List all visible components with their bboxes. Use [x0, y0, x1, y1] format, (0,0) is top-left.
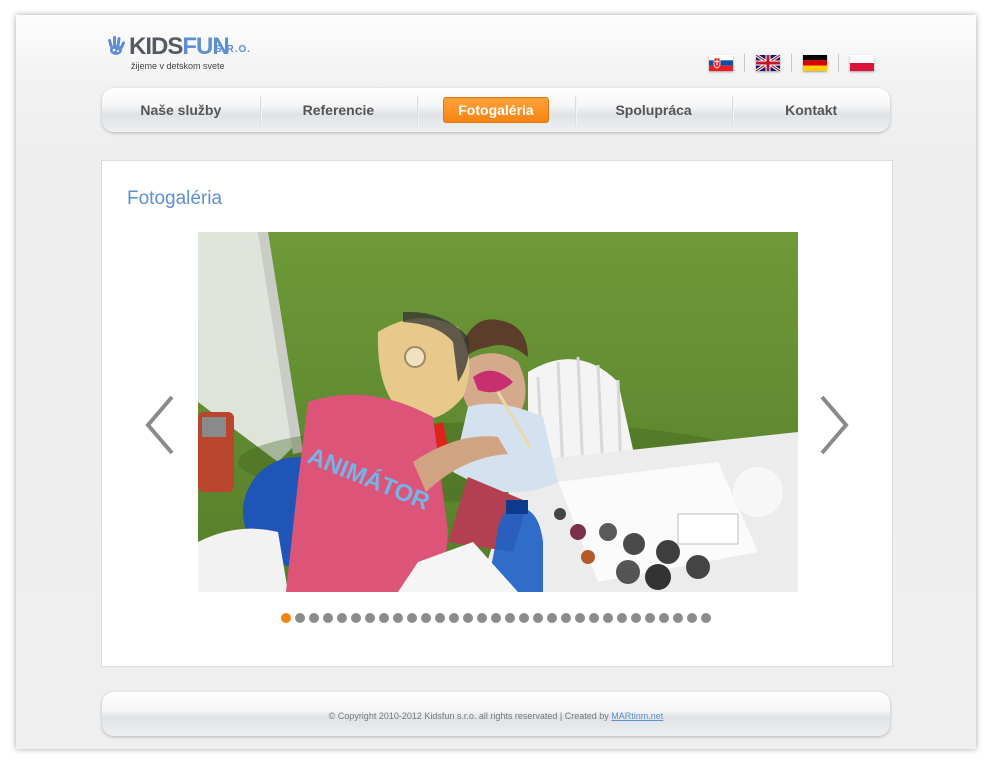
nav-item-label: Spolupráca: [615, 102, 692, 118]
nav-item-references[interactable]: Referencie: [259, 88, 418, 132]
chevron-left-icon[interactable]: [142, 393, 182, 457]
logo-sro-text: S.R.O.: [215, 44, 252, 55]
slide-dot[interactable]: [519, 613, 529, 623]
content-panel: Fotogaléria ANIMÁTOR: [101, 160, 893, 667]
language-switcher: [709, 53, 874, 73]
flag-separator: [744, 54, 745, 72]
slide-pagination: [281, 613, 715, 625]
slide-dot[interactable]: [505, 613, 515, 623]
gallery-photo[interactable]: ANIMÁTOR: [198, 232, 798, 592]
slide-dot[interactable]: [673, 613, 683, 623]
slide-dot[interactable]: [477, 613, 487, 623]
german-flag-icon[interactable]: [803, 55, 827, 71]
slide-dot[interactable]: [323, 613, 333, 623]
slide-dot[interactable]: [351, 613, 361, 623]
site-logo[interactable]: KIDSFUN S.R.O. žijeme v detskom svete: [105, 33, 250, 75]
nav-item-services[interactable]: Naše služby: [102, 88, 260, 132]
slide-dot[interactable]: [617, 613, 627, 623]
slide-dot[interactable]: [575, 613, 585, 623]
slide-dot[interactable]: [701, 613, 711, 623]
slide-dot[interactable]: [561, 613, 571, 623]
slide-dot[interactable]: [645, 613, 655, 623]
slide-dot[interactable]: [295, 613, 305, 623]
nav-item-contact[interactable]: Kontakt: [732, 88, 890, 132]
copyright-text: © Copyright 2010-2012 Kidsfun s.r.o. all…: [328, 711, 612, 721]
slide-dot[interactable]: [603, 613, 613, 623]
flag-separator: [838, 54, 839, 72]
slide-dot[interactable]: [379, 613, 389, 623]
main-navigation: Naše služby Referencie Fotogaléria Spolu…: [102, 88, 890, 132]
slide-dot[interactable]: [631, 613, 641, 623]
flag-separator: [791, 54, 792, 72]
slide-dot[interactable]: [435, 613, 445, 623]
slide-dot[interactable]: [463, 613, 473, 623]
slide-dot[interactable]: [533, 613, 543, 623]
footer-bar: © Copyright 2010-2012 Kidsfun s.r.o. all…: [102, 692, 890, 736]
nav-item-gallery[interactable]: Fotogaléria: [417, 88, 575, 132]
slide-dot[interactable]: [547, 613, 557, 623]
author-link[interactable]: MARtinm.net: [611, 711, 663, 721]
page-window: KIDSFUN S.R.O. žijeme v detskom svete Na…: [16, 15, 976, 749]
page-title: Fotogaléria: [127, 188, 223, 209]
english-flag-icon[interactable]: [756, 55, 780, 71]
nav-item-label: Kontakt: [785, 102, 838, 118]
slide-dot[interactable]: [407, 613, 417, 623]
logo-kids-text: KIDS: [129, 33, 183, 60]
nav-item-cooperation[interactable]: Spolupráca: [574, 88, 733, 132]
logo-tagline: žijeme v detskom svete: [131, 61, 225, 71]
slovak-flag-icon[interactable]: [709, 55, 733, 71]
slide-dot[interactable]: [337, 613, 347, 623]
nav-item-label: Referencie: [302, 102, 375, 118]
nav-item-label: Naše služby: [140, 102, 222, 118]
chevron-right-icon[interactable]: [812, 393, 852, 457]
polish-flag-icon[interactable]: [850, 55, 874, 71]
slide-dot[interactable]: [365, 613, 375, 623]
slide-dot[interactable]: [491, 613, 501, 623]
slide-dot[interactable]: [309, 613, 319, 623]
slide-dot[interactable]: [687, 613, 697, 623]
footer-copyright: © Copyright 2010-2012 Kidsfun s.r.o. all…: [102, 711, 890, 721]
slide-dot[interactable]: [659, 613, 669, 623]
slide-dot[interactable]: [393, 613, 403, 623]
slide-dot[interactable]: [421, 613, 431, 623]
slide-dot-active[interactable]: [281, 613, 291, 623]
nav-item-label: Fotogaléria: [443, 97, 549, 123]
logo-wordmark: KIDSFUN: [129, 33, 230, 61]
slide-dot[interactable]: [589, 613, 599, 623]
hand-logo-icon: [108, 36, 126, 55]
slide-dot[interactable]: [449, 613, 459, 623]
